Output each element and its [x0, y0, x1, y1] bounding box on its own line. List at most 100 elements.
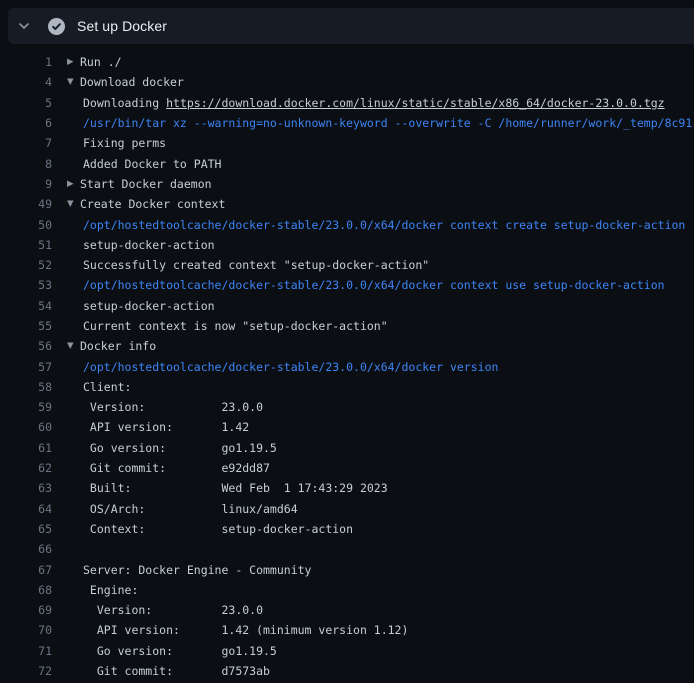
log-line: 70 API version: 1.42 (minimum version 1.… [0, 620, 694, 640]
log-text: Downloading https://download.docker.com/… [80, 96, 665, 110]
line-number[interactable]: 60 [0, 420, 52, 434]
line-number[interactable]: 6 [0, 116, 52, 130]
line-number[interactable]: 1 [0, 55, 52, 69]
log-text: Go version: go1.19.5 [80, 644, 277, 658]
line-number[interactable]: 70 [0, 623, 52, 637]
line-number[interactable]: 65 [0, 522, 52, 536]
log-line: 67 Server: Docker Engine - Community [0, 559, 694, 579]
log-text: Client: [80, 380, 131, 394]
step-title: Set up Docker [77, 18, 167, 34]
log-area: 1▶Run ./4▼Download docker5Downloading ht… [0, 44, 694, 683]
log-line: 7 Fixing perms [0, 133, 694, 153]
log-line: 52 Successfully created context "setup-do… [0, 255, 694, 275]
line-number[interactable]: 62 [0, 461, 52, 475]
line-number[interactable]: 58 [0, 380, 52, 394]
line-number[interactable]: 53 [0, 278, 52, 292]
line-number[interactable]: 56 [0, 339, 52, 353]
line-number[interactable]: 63 [0, 481, 52, 495]
step-header[interactable]: Set up Docker [8, 8, 694, 44]
log-text: Engine: [80, 583, 138, 597]
log-text: Context: setup-docker-action [80, 522, 353, 536]
log-line: 59 Version: 23.0.0 [0, 397, 694, 417]
chevron-down-icon [18, 20, 30, 32]
line-number[interactable]: 71 [0, 644, 52, 658]
log-line: 66 [0, 539, 694, 559]
log-line: 68 Engine: [0, 580, 694, 600]
log-line: 53/opt/hostedtoolcache/docker-stable/23.… [0, 275, 694, 295]
log-line: 71 Go version: go1.19.5 [0, 641, 694, 661]
line-number[interactable]: 50 [0, 218, 52, 232]
log-text: Fixing perms [80, 136, 166, 150]
check-circle-icon [48, 18, 65, 35]
log-text: OS/Arch: linux/amd64 [80, 502, 298, 516]
line-number[interactable]: 66 [0, 542, 52, 556]
line-number[interactable]: 51 [0, 238, 52, 252]
log-text: API version: 1.42 (minimum version 1.12) [80, 623, 408, 637]
log-line: 60 API version: 1.42 [0, 417, 694, 437]
log-command-text: /usr/bin/tar xz --warning=no-unknown-key… [80, 116, 692, 130]
log-line: 5 Downloading https://download.docker.com… [0, 93, 694, 113]
line-number[interactable]: 54 [0, 299, 52, 313]
log-text: Git commit: e92dd87 [80, 461, 270, 475]
log-text: Start Docker daemon [80, 177, 212, 191]
log-text: Download docker [80, 75, 184, 89]
log-line: 63 Built: Wed Feb 1 17:43:29 2023 [0, 478, 694, 498]
line-number[interactable]: 68 [0, 583, 52, 597]
log-text: Server: Docker Engine - Community [80, 563, 311, 577]
log-text: setup-docker-action [80, 238, 215, 252]
log-text: Go version: go1.19.5 [80, 441, 277, 455]
log-command-text: /opt/hostedtoolcache/docker-stable/23.0.… [80, 218, 692, 232]
log-line: 57/opt/hostedtoolcache/docker-stable/23.… [0, 356, 694, 376]
log-line: 50/opt/hostedtoolcache/docker-stable/23.… [0, 214, 694, 234]
log-text: Run ./ [80, 55, 122, 69]
log-text: Version: 23.0.0 [80, 603, 263, 617]
log-line: 62 Git commit: e92dd87 [0, 458, 694, 478]
log-text: Built: Wed Feb 1 17:43:29 2023 [80, 481, 388, 495]
line-number[interactable]: 67 [0, 563, 52, 577]
log-line: 54 setup-docker-action [0, 296, 694, 316]
log-line: 61 Go version: go1.19.5 [0, 438, 694, 458]
log-text: setup-docker-action [80, 299, 215, 313]
log-command-text: /opt/hostedtoolcache/docker-stable/23.0.… [80, 278, 665, 292]
log-line: 72 Git commit: d7573ab [0, 661, 694, 681]
log-text: Create Docker context [80, 197, 225, 211]
log-text: Successfully created context "setup-dock… [80, 258, 429, 272]
line-number[interactable]: 4 [0, 75, 52, 89]
collapse-step-button[interactable] [13, 15, 35, 37]
line-number[interactable]: 49 [0, 197, 52, 211]
log-group-header[interactable]: 1▶Run ./ [0, 52, 694, 72]
line-number[interactable]: 61 [0, 441, 52, 455]
log-line: 51 setup-docker-action [0, 235, 694, 255]
triangle-right-icon[interactable]: ▶ [52, 57, 80, 67]
triangle-right-icon[interactable]: ▶ [52, 179, 80, 189]
log-text: Version: 23.0.0 [80, 400, 263, 414]
line-number[interactable]: 72 [0, 664, 52, 678]
log-line: 65 Context: setup-docker-action [0, 519, 694, 539]
log-group-header[interactable]: 9▶Start Docker daemon [0, 174, 694, 194]
line-number[interactable]: 69 [0, 603, 52, 617]
line-number[interactable]: 64 [0, 502, 52, 516]
triangle-down-icon[interactable]: ▼ [52, 199, 80, 209]
triangle-down-icon[interactable]: ▼ [52, 341, 80, 351]
line-number[interactable]: 57 [0, 360, 52, 374]
log-text: API version: 1.42 [80, 420, 249, 434]
log-group-header[interactable]: 56▼Docker info [0, 336, 694, 356]
log-text: Docker info [80, 339, 156, 353]
log-group-header[interactable]: 4▼Download docker [0, 72, 694, 92]
log-line: 58 Client: [0, 377, 694, 397]
line-number[interactable]: 9 [0, 177, 52, 191]
line-number[interactable]: 7 [0, 136, 52, 150]
log-line: 6/usr/bin/tar xz --warning=no-unknown-ke… [0, 113, 694, 133]
line-number[interactable]: 55 [0, 319, 52, 333]
log-text: Current context is now "setup-docker-act… [80, 319, 388, 333]
log-url-link[interactable]: https://download.docker.com/linux/static… [166, 96, 665, 110]
log-line: 69 Version: 23.0.0 [0, 600, 694, 620]
log-group-header[interactable]: 49▼Create Docker context [0, 194, 694, 214]
line-number[interactable]: 59 [0, 400, 52, 414]
log-line: 55 Current context is now "setup-docker-a… [0, 316, 694, 336]
triangle-down-icon[interactable]: ▼ [52, 77, 80, 87]
line-number[interactable]: 5 [0, 96, 52, 110]
log-line: 8Added Docker to PATH [0, 153, 694, 173]
line-number[interactable]: 52 [0, 258, 52, 272]
line-number[interactable]: 8 [0, 157, 52, 171]
